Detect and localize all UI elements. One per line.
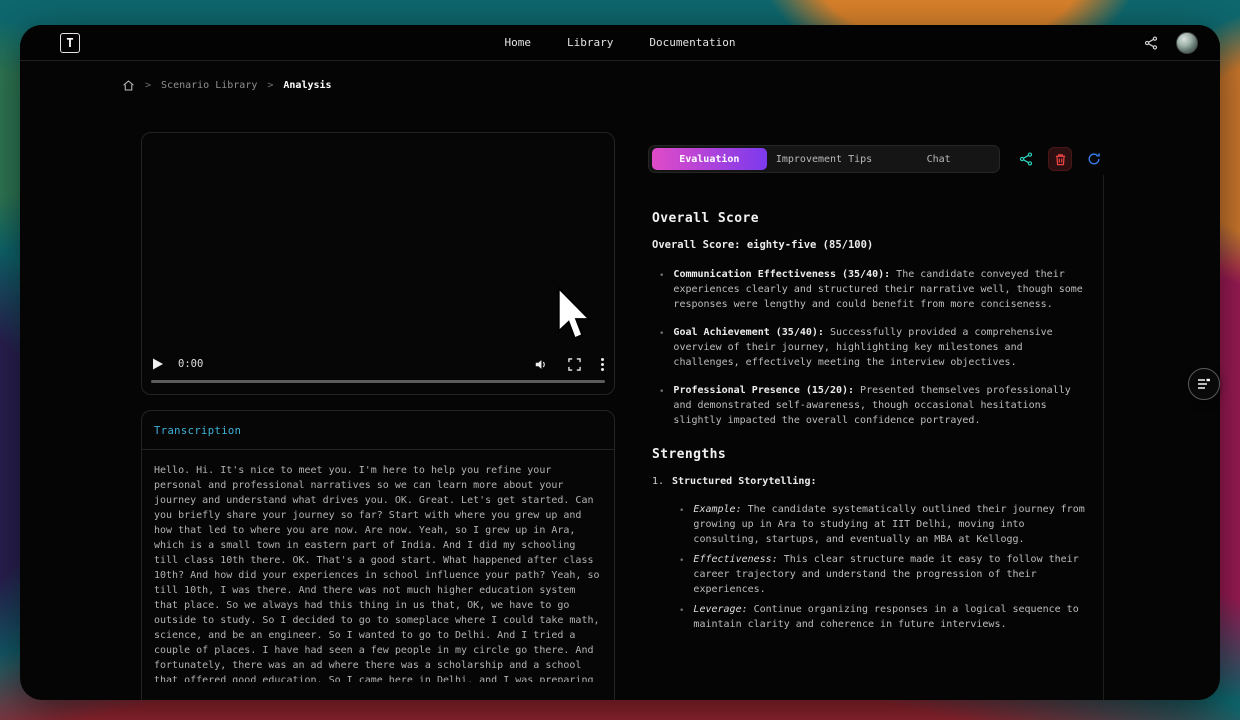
- breadcrumb-scenario-library[interactable]: Scenario Library: [161, 80, 257, 91]
- overall-score-value: Overall Score: eighty-five (85/100): [652, 238, 1092, 253]
- breadcrumb-separator: >: [145, 80, 151, 91]
- transcription-text[interactable]: Hello. Hi. It's nice to meet you. I'm he…: [142, 450, 614, 682]
- video-player[interactable]: 0:00: [141, 132, 615, 395]
- bullet-icon: •: [672, 602, 693, 632]
- bullet-label: Example:: [693, 504, 741, 515]
- strength-title: Structured Storytelling:: [672, 474, 817, 489]
- bullet-icon: •: [652, 325, 673, 370]
- list-item: • Leverage:Continue organizing responses…: [672, 602, 1092, 632]
- evaluation-toolbar: Evaluation Improvement Tips Chat: [648, 145, 1106, 173]
- top-navbar: T Home Library Documentation: [20, 25, 1220, 61]
- breadcrumb-separator: >: [267, 80, 273, 91]
- overall-score-heading: Overall Score: [652, 211, 1092, 226]
- tab-chat[interactable]: Chat: [881, 148, 996, 170]
- breadcrumb: > Scenario Library > Analysis: [122, 79, 332, 92]
- video-controls: 0:00: [152, 354, 604, 374]
- bullet-icon: •: [652, 383, 673, 428]
- bullet-icon: •: [672, 552, 693, 597]
- share-icon[interactable]: [1144, 36, 1158, 50]
- app-window: T Home Library Documentation > Scenario …: [20, 25, 1220, 700]
- video-progress-bar[interactable]: [151, 380, 605, 383]
- home-icon[interactable]: [122, 79, 135, 92]
- list-lines-icon: [1197, 378, 1211, 390]
- nav-links: Home Library Documentation: [20, 36, 1220, 49]
- list-item: • Goal Achievement (35/40):Successfully …: [652, 325, 1092, 370]
- delete-button[interactable]: [1048, 147, 1072, 171]
- item-number: 1.: [652, 474, 672, 489]
- transcription-panel: Transcription Hello. Hi. It's nice to me…: [141, 410, 615, 700]
- nav-item-documentation[interactable]: Documentation: [649, 36, 735, 49]
- list-item: • Effectiveness:This clear structure mad…: [672, 552, 1092, 597]
- score-breakdown-list: • Communication Effectiveness (35/40):Th…: [652, 267, 1092, 428]
- bullet-icon: •: [672, 502, 693, 547]
- bullet-text: The candidate systematically outlined th…: [693, 504, 1084, 545]
- strengths-section: Strengths 1. Structured Storytelling: • …: [652, 447, 1092, 632]
- panel-actions: [1014, 147, 1106, 171]
- share-evaluation-button[interactable]: [1014, 147, 1038, 171]
- navbar-right: [1144, 32, 1198, 54]
- list-item: • Communication Effectiveness (35/40):Th…: [652, 267, 1092, 312]
- bullet-label: Communication Effectiveness (35/40):: [673, 269, 890, 280]
- refresh-button[interactable]: [1082, 147, 1106, 171]
- panel-toggle-button[interactable]: [1188, 368, 1220, 400]
- video-controls-right: [534, 358, 604, 371]
- bullet-label: Effectiveness:: [693, 554, 777, 565]
- bullet-text: Continue organizing responses in a logic…: [693, 604, 1078, 630]
- nav-item-home[interactable]: Home: [505, 36, 532, 49]
- video-time: 0:00: [178, 358, 203, 370]
- evaluation-content: Overall Score Overall Score: eighty-five…: [652, 211, 1092, 637]
- app-logo[interactable]: T: [60, 33, 80, 53]
- strength-detail-list: • Example:The candidate systematically o…: [672, 502, 1092, 632]
- nav-item-library[interactable]: Library: [567, 36, 613, 49]
- transcription-title: Transcription: [142, 411, 614, 450]
- list-item: • Professional Presence (15/20):Presente…: [652, 383, 1092, 428]
- panel-scroll-track[interactable]: [1103, 175, 1104, 700]
- list-item: • Example:The candidate systematically o…: [672, 502, 1092, 547]
- tab-improvement-tips[interactable]: Improvement Tips: [767, 148, 882, 170]
- breadcrumb-analysis: Analysis: [283, 80, 331, 91]
- strength-item: 1. Structured Storytelling:: [652, 474, 1092, 489]
- bullet-label: Professional Presence (15/20):: [673, 385, 854, 396]
- bullet-label: Leverage:: [693, 604, 747, 615]
- user-avatar[interactable]: [1176, 32, 1198, 54]
- video-menu-icon[interactable]: [601, 358, 604, 371]
- volume-icon[interactable]: [534, 358, 548, 371]
- tab-bar: Evaluation Improvement Tips Chat: [648, 145, 1000, 173]
- bullet-icon: •: [652, 267, 673, 312]
- bullet-label: Goal Achievement (35/40):: [673, 327, 824, 338]
- strengths-heading: Strengths: [652, 447, 1092, 462]
- play-icon[interactable]: [152, 358, 164, 370]
- fullscreen-icon[interactable]: [568, 358, 581, 371]
- tab-evaluation[interactable]: Evaluation: [652, 148, 767, 170]
